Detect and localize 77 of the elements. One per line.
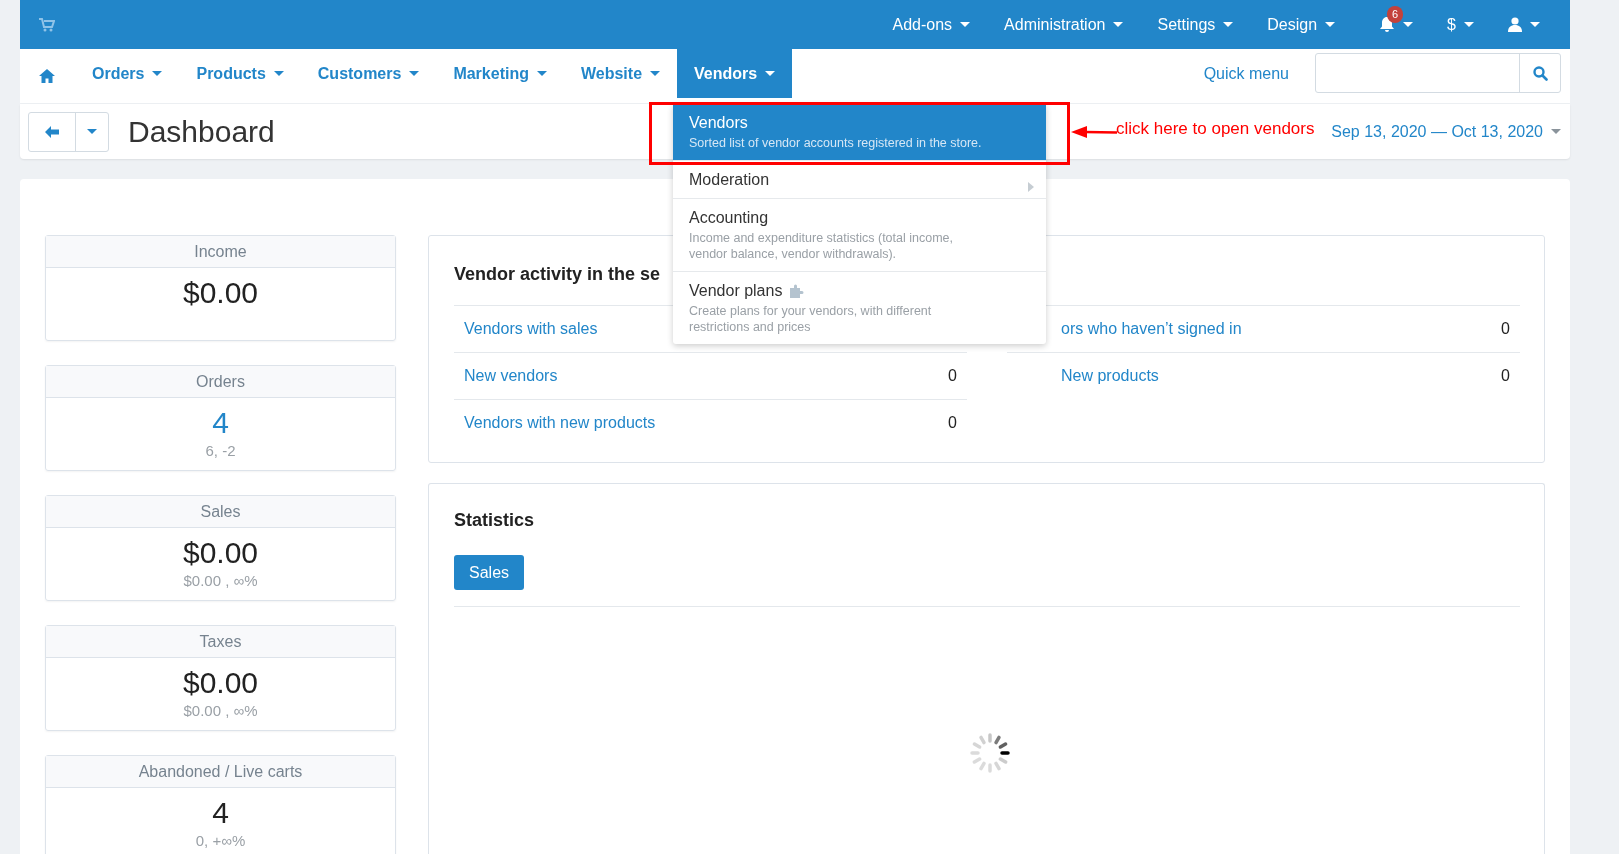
annotation-text: click here to open vendors [1116, 119, 1315, 139]
caret-icon [1223, 22, 1234, 27]
menu-item-description: Sorted list of vendor accounts registered in the store. [689, 135, 983, 151]
activity-link[interactable]: New vendors [464, 367, 949, 385]
top-menu-button[interactable]: Design [1267, 9, 1336, 40]
caret-icon [273, 71, 284, 76]
stat-detail: $0.00 , ∞% [182, 702, 259, 720]
caret-icon [960, 22, 971, 27]
stat-value: $0.00 [181, 665, 260, 701]
caret-icon [765, 71, 776, 76]
card-title: Abandoned / Live carts [46, 756, 395, 788]
caret-icon [409, 71, 420, 76]
caret-icon [87, 129, 97, 134]
nav-tab[interactable]: Orders [75, 49, 180, 98]
menu-item-title: Vendors [689, 114, 748, 132]
activity-link[interactable]: New products [1061, 367, 1502, 385]
caret-icon [536, 71, 547, 76]
menu-item[interactable]: Vendor plans Create plans for your vendors, with different restrictions and prices [673, 272, 1046, 344]
caret-icon [1325, 22, 1336, 27]
date-range-picker[interactable]: Sep 13, 2020 — Oct 13, 2020 [1331, 122, 1561, 141]
annotation-arrow [1071, 125, 1117, 139]
menu-item-title: Accounting [689, 209, 769, 227]
nav-tab[interactable]: Marketing [436, 49, 564, 98]
nav-tab[interactable]: Website [563, 49, 678, 98]
loading-spinner-icon [970, 733, 1010, 773]
stat-detail: 6, -2 [204, 442, 237, 460]
caret-icon [1551, 129, 1561, 134]
top-menu-button[interactable]: Settings [1157, 9, 1234, 40]
search-field[interactable] [1315, 53, 1561, 93]
menu-item[interactable]: Vendors Sorted list of vendor accounts registered in the store. [673, 104, 1046, 161]
activity-count: 0 [948, 367, 957, 385]
top-menu-button[interactable]: $ [1447, 9, 1474, 40]
stat-value: $0.00 [181, 535, 260, 571]
menu-item-description: Create plans for your vendors, with different restrictions and prices [689, 303, 933, 335]
activity-link[interactable]: ors who haven’t signed in [1061, 320, 1502, 338]
stat-value: $0.00 [181, 275, 260, 311]
panel-title: Vendor activity in the se [454, 264, 661, 285]
stat-value: 4 [211, 795, 230, 831]
submenu-arrow-icon [1028, 182, 1034, 192]
user-icon [1508, 17, 1522, 32]
search-icon [1532, 65, 1548, 81]
top-menu-button[interactable]: Add-ons [892, 9, 971, 40]
caret-icon [650, 71, 661, 76]
page-title: Dashboard [128, 114, 275, 149]
stat-detail: 0, +∞% [194, 832, 247, 850]
menu-item[interactable]: Moderation [673, 161, 1046, 199]
activity-count: 0 [948, 414, 957, 432]
top-menu-button[interactable]: Administration [1004, 9, 1124, 40]
nav-tab[interactable]: Vendors [677, 49, 793, 98]
panel-title: Statistics [454, 510, 535, 531]
back-arrow-icon [45, 125, 59, 138]
card-title: Orders [46, 366, 395, 398]
nav-tab[interactable]: Products [179, 49, 301, 98]
puzzle-icon [789, 284, 806, 298]
caret-icon [1403, 22, 1414, 27]
activity-count: 0 [1501, 320, 1510, 338]
home-icon[interactable] [39, 69, 55, 83]
nav-tab[interactable]: Customers [300, 49, 437, 98]
card-title: Taxes [46, 626, 395, 658]
caret-icon [152, 71, 163, 76]
stat-value-link[interactable]: 4 [46, 404, 395, 442]
statistics-tab[interactable]: Sales [454, 555, 525, 590]
menu-item[interactable]: Accounting Income and expenditure statistics (total income, vendor balance, vendor withdrawals). [673, 199, 1046, 272]
activity-count: 0 [1501, 367, 1510, 385]
stat-detail: $0.00 , ∞% [182, 572, 259, 590]
menu-item-title: Moderation [689, 171, 770, 189]
menu-item-description: Income and expenditure statistics (total income, vendor balance, vendor withdrawals). [689, 230, 955, 262]
caret-icon [1464, 22, 1474, 27]
caret-icon [1113, 22, 1124, 27]
card-title: Income [46, 236, 395, 268]
cart-icon[interactable] [39, 17, 55, 32]
activity-link[interactable]: Vendors with new products [464, 414, 949, 432]
notification-badge: 6 [1387, 5, 1404, 23]
quick-menu-link[interactable]: Quick menu [1203, 65, 1289, 83]
caret-icon [1530, 22, 1540, 27]
menu-item-title: Vendor plans [689, 282, 783, 300]
card-title: Sales [46, 496, 395, 528]
